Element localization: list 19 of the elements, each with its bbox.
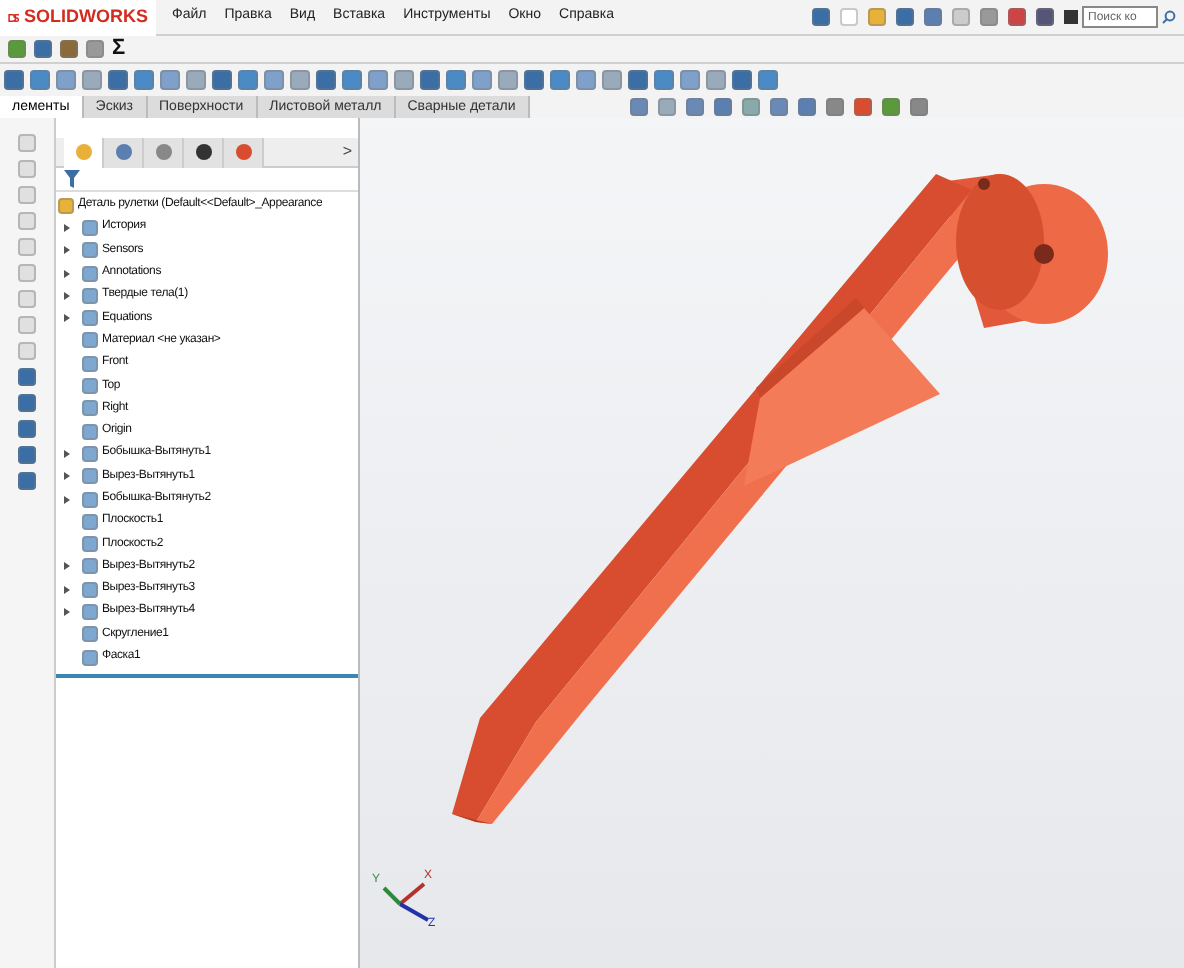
expand-arrow-icon[interactable] (64, 291, 70, 300)
logo-mark-icon (8, 9, 20, 25)
expand-arrow-icon[interactable] (64, 269, 70, 278)
expand-arrow-icon[interactable] (64, 314, 70, 323)
expand-arrow-icon[interactable] (64, 246, 70, 255)
search-icon[interactable] (1162, 10, 1176, 24)
filter-icon[interactable] (64, 170, 80, 188)
expand-arrow-icon[interactable] (64, 585, 70, 594)
expand-arrow-icon[interactable] (64, 472, 70, 481)
terminal-icon (1064, 10, 1078, 24)
sum-button[interactable]: Σ (112, 38, 126, 60)
panel-tab[interactable] (184, 137, 224, 167)
app-logo: SOLIDWORKS (0, 0, 156, 35)
expand-arrow-icon[interactable] (64, 562, 70, 571)
expand-arrow-icon[interactable] (64, 607, 70, 616)
expand-arrow-icon[interactable] (64, 223, 70, 232)
more-tabs-button[interactable]: > (342, 140, 358, 164)
expand-arrow-icon[interactable] (64, 449, 70, 458)
expand-arrow-icon[interactable] (64, 495, 70, 503)
